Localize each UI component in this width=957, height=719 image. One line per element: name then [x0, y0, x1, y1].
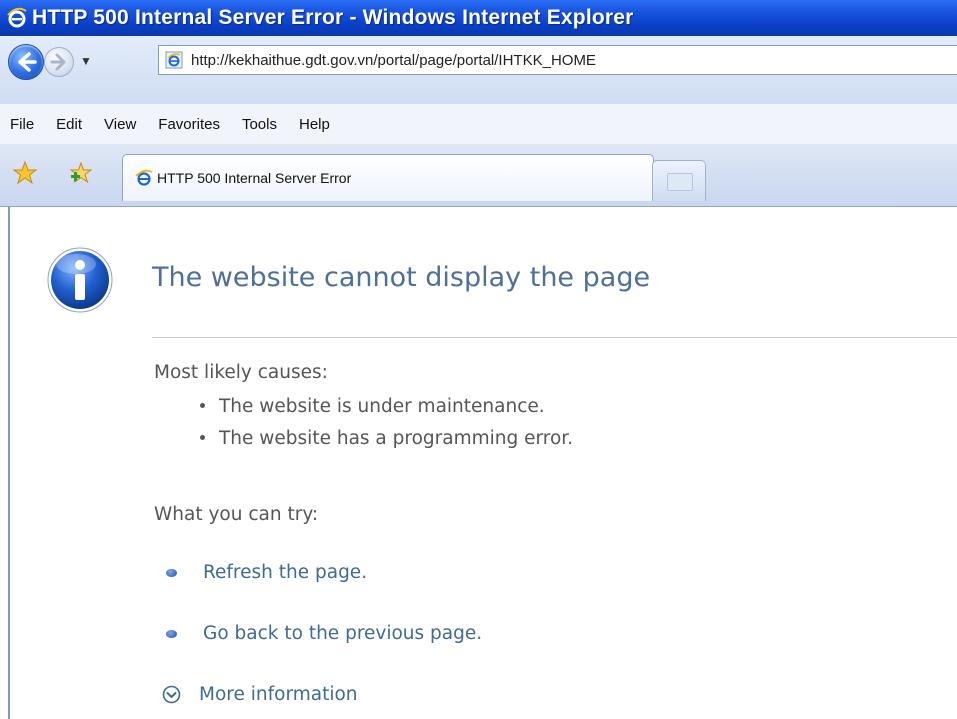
bullet-dot-icon: [200, 434, 205, 440]
title-bar: HTTP 500 Internal Server Error - Windows…: [0, 0, 957, 36]
window-title: HTTP 500 Internal Server Error - Windows…: [32, 6, 634, 29]
chevron-down-circle-icon[interactable]: [162, 685, 181, 704]
address-toolbar: ▼: [0, 36, 957, 105]
divider: [152, 337, 957, 338]
ie-logo-icon: [7, 7, 27, 28]
action-back[interactable]: Go back to the previous page.: [166, 623, 482, 644]
tab-bar: HTTP 500 Internal Server Error: [0, 144, 957, 207]
blue-bullet-icon: [166, 568, 177, 577]
more-info[interactable]: More information: [162, 684, 358, 705]
page-title: The website cannot display the page: [152, 262, 651, 293]
ie-tab-icon: [135, 169, 153, 186]
causes-title: Most likely causes:: [154, 362, 328, 383]
add-favorites-icon[interactable]: [68, 160, 94, 186]
cause-item: The website has a programming error.: [200, 428, 573, 449]
forward-button[interactable]: [44, 47, 74, 77]
forward-arrow-icon: [50, 53, 66, 71]
new-tab-icon: [667, 173, 693, 191]
cause-item: The website is under maintenance.: [200, 396, 545, 417]
menu-file[interactable]: File: [10, 116, 34, 133]
cause-text: The website is under maintenance.: [219, 396, 545, 417]
url-input[interactable]: [189, 50, 953, 70]
menu-favorites[interactable]: Favorites: [158, 116, 220, 133]
recent-pages-dropdown[interactable]: ▼: [80, 54, 92, 68]
tab-label: HTTP 500 Internal Server Error: [157, 170, 352, 186]
menu-tools[interactable]: Tools: [242, 116, 277, 133]
favorites-star-icon[interactable]: [12, 160, 38, 186]
new-tab-button[interactable]: [652, 160, 706, 201]
refresh-link[interactable]: Refresh the page.: [203, 562, 367, 583]
more-information-link[interactable]: More information: [199, 684, 358, 705]
ie-page-icon: [165, 51, 183, 69]
menu-view[interactable]: View: [104, 116, 136, 133]
go-back-link[interactable]: Go back to the previous page.: [203, 623, 482, 644]
tab-active[interactable]: HTTP 500 Internal Server Error: [122, 154, 654, 201]
menu-help[interactable]: Help: [299, 116, 330, 133]
cause-text: The website has a programming error.: [219, 428, 574, 449]
address-bar[interactable]: [158, 45, 957, 75]
try-title: What you can try:: [154, 504, 319, 525]
menu-bar: File Edit View Favorites Tools Help: [0, 104, 957, 145]
blue-bullet-icon: [166, 629, 177, 638]
action-refresh[interactable]: Refresh the page.: [166, 562, 367, 583]
menu-edit[interactable]: Edit: [56, 116, 82, 133]
bullet-dot-icon: [200, 402, 205, 408]
info-icon: [47, 247, 113, 313]
back-button[interactable]: [8, 44, 44, 80]
back-arrow-icon: [18, 52, 37, 72]
